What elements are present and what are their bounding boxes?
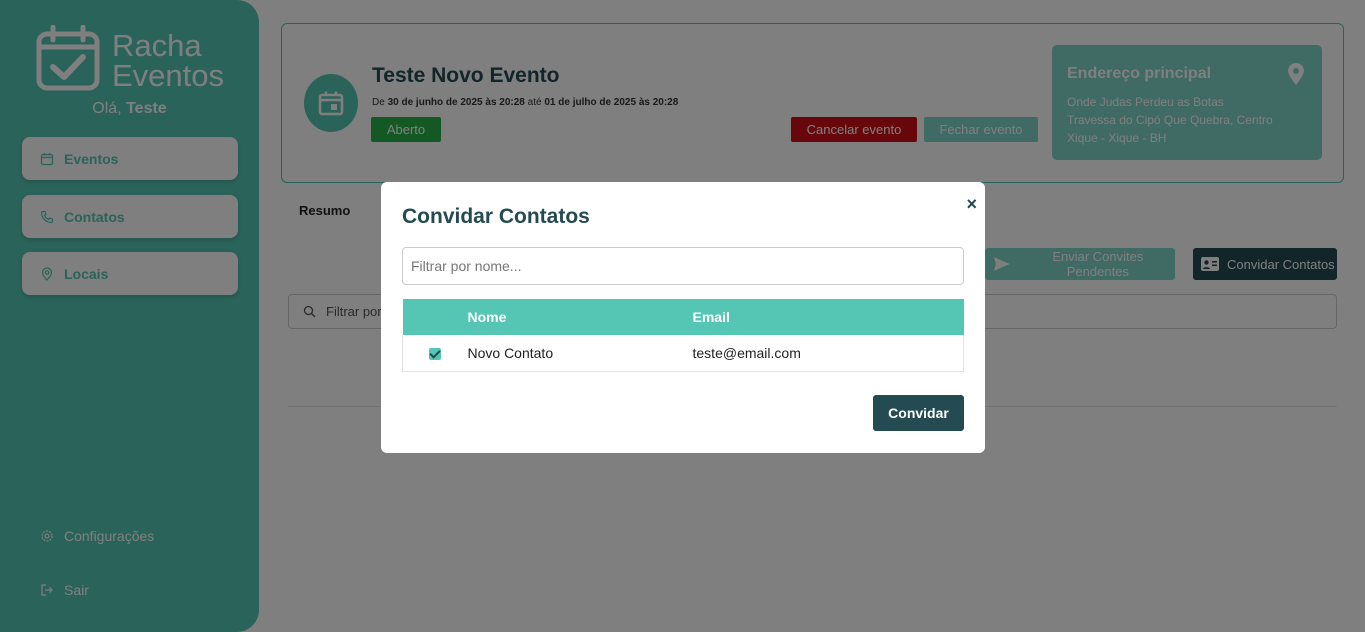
modal-title: Convidar Contatos <box>402 205 590 228</box>
table-row: Novo Contato teste@email.com <box>402 335 964 372</box>
invite-contacts-modal: Convidar Contatos × Nome Email Novo Cont… <box>381 182 985 453</box>
column-header-nome: Nome <box>467 299 693 335</box>
contact-name: Novo Contato <box>467 335 693 372</box>
select-cell <box>402 335 468 372</box>
column-header-select <box>402 299 468 335</box>
contact-email: teste@email.com <box>692 335 964 372</box>
invite-button[interactable]: Convidar <box>873 395 964 431</box>
close-icon[interactable]: × <box>966 194 977 215</box>
name-filter-input[interactable] <box>402 247 964 285</box>
contacts-table: Nome Email Novo Contato teste@email.com <box>402 299 964 372</box>
table-header-row: Nome Email <box>402 299 964 335</box>
row-checkbox[interactable] <box>429 348 442 361</box>
column-header-email: Email <box>692 299 964 335</box>
